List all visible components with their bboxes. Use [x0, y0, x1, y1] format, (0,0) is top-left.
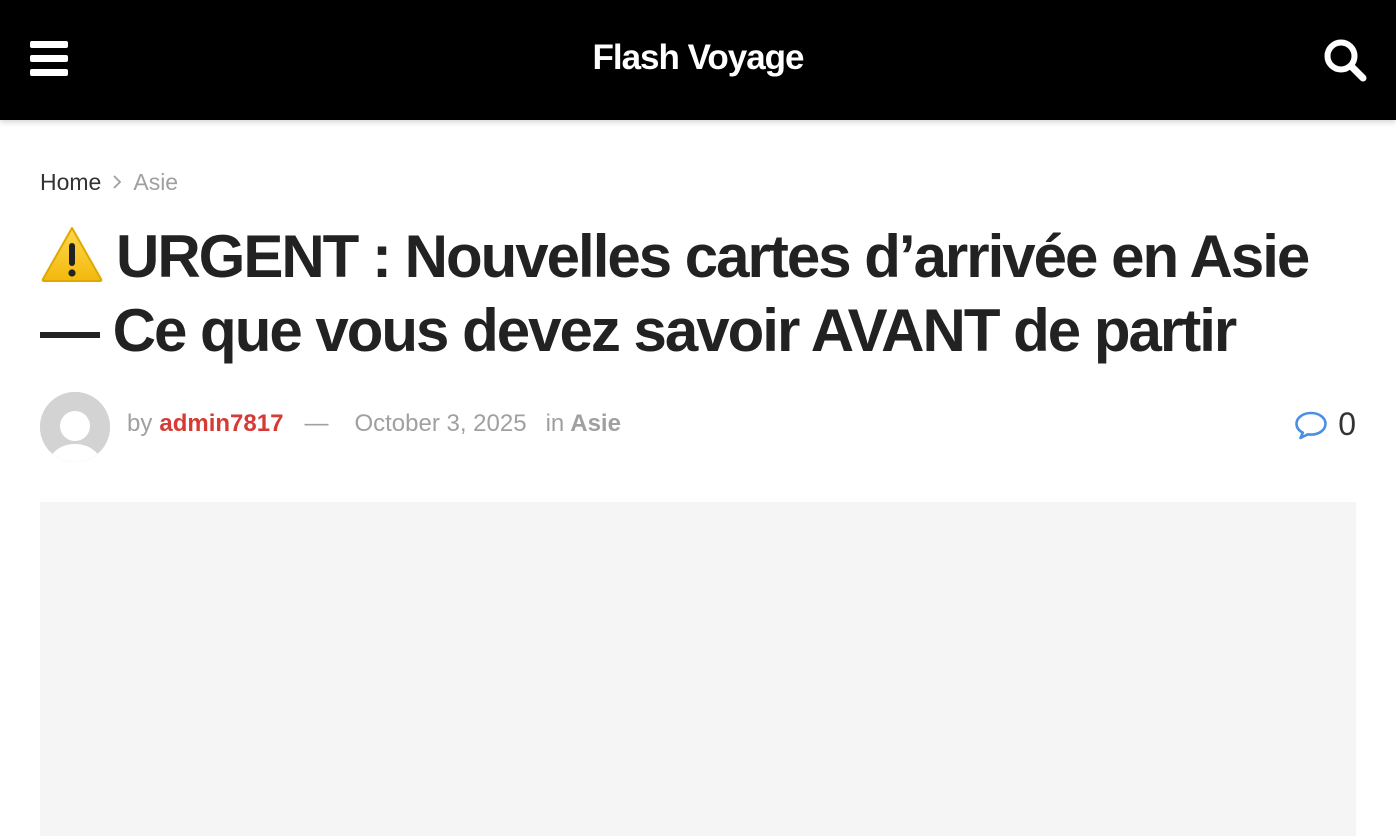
meta-in-label: in — [545, 410, 565, 437]
featured-image — [40, 502, 1356, 836]
site-title-link[interactable]: Flash Voyage — [592, 38, 804, 77]
meta-line: by admin7817 — October 3, 2025 in Asie — [127, 410, 621, 438]
article-date[interactable]: October 3, 2025 — [354, 410, 526, 438]
breadcrumb: Home Asie — [40, 168, 178, 196]
article-title: URGENT : Nouvelles cartes d’arrivée en A… — [40, 220, 1356, 368]
comment-bubble-icon — [1294, 410, 1328, 440]
warning-icon — [40, 225, 104, 283]
article-meta: by admin7817 — October 3, 2025 in Asie 0 — [40, 392, 1356, 462]
author-link[interactable]: admin7817 — [159, 410, 283, 438]
comments-link[interactable]: 0 — [1294, 406, 1356, 443]
comment-count: 0 — [1338, 406, 1356, 442]
breadcrumb-category-link[interactable]: Asie — [133, 169, 178, 196]
meta-by-label: by — [127, 410, 153, 437]
article-title-text: URGENT : Nouvelles cartes d’arrivée en A… — [40, 223, 1310, 364]
author-avatar[interactable] — [40, 392, 110, 462]
site-title: Flash Voyage — [0, 38, 1396, 78]
chevron-right-icon — [112, 174, 122, 190]
category-link[interactable]: Asie — [570, 410, 621, 438]
search-icon[interactable] — [1322, 37, 1368, 83]
site-header: Flash Voyage — [0, 0, 1396, 120]
breadcrumb-home-link[interactable]: Home — [40, 169, 101, 196]
meta-separator: — — [304, 410, 329, 437]
